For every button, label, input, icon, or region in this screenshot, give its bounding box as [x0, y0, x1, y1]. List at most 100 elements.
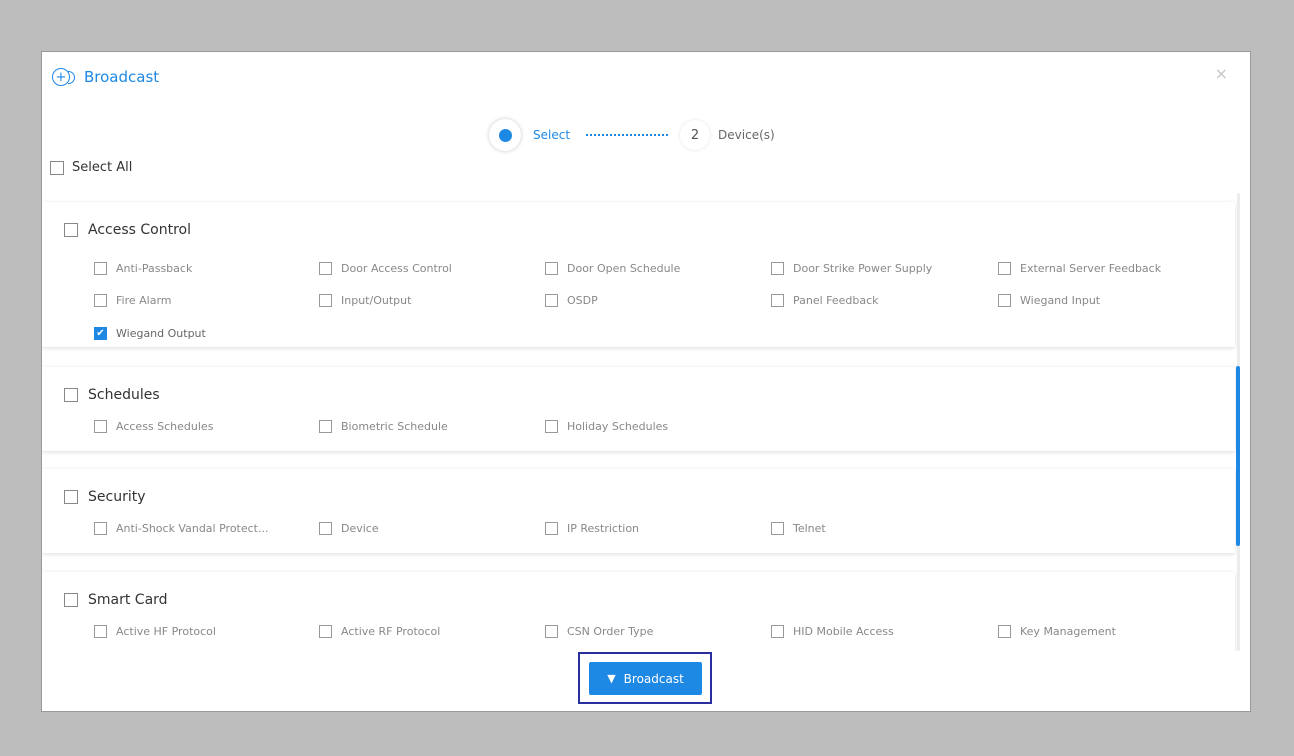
option-item[interactable]: Panel Feedback: [771, 294, 879, 307]
dialog-header: + Broadcast: [52, 66, 159, 88]
option-item[interactable]: OSDP: [545, 294, 598, 307]
option-checkbox[interactable]: [771, 522, 784, 535]
option-checkbox[interactable]: [545, 262, 558, 275]
option-item[interactable]: Anti-Shock Vandal Protect...: [94, 522, 268, 535]
option-label: Anti-Passback: [116, 262, 193, 275]
option-label: Key Management: [1020, 625, 1116, 638]
option-item[interactable]: IP Restriction: [545, 522, 639, 535]
section-title: Access Control: [88, 222, 191, 238]
option-label: Biometric Schedule: [341, 420, 448, 433]
option-checkbox[interactable]: [319, 294, 332, 307]
option-checkbox[interactable]: [545, 522, 558, 535]
option-label: Device: [341, 522, 379, 535]
option-checkbox[interactable]: [94, 294, 107, 307]
option-item[interactable]: Door Strike Power Supply: [771, 262, 932, 275]
option-label: Panel Feedback: [793, 294, 879, 307]
option-checkbox[interactable]: [319, 262, 332, 275]
option-item[interactable]: Door Access Control: [319, 262, 452, 275]
section-access-control: Access Control Anti-Passback Door Access…: [42, 202, 1235, 347]
option-checkbox[interactable]: [545, 625, 558, 638]
select-all[interactable]: Select All: [50, 160, 132, 175]
option-item[interactable]: Holiday Schedules: [545, 420, 668, 433]
category-scroll-area[interactable]: Access Control Anti-Passback Door Access…: [42, 193, 1244, 651]
option-item[interactable]: Access Schedules: [94, 420, 213, 433]
scrollbar-thumb[interactable]: [1236, 366, 1240, 546]
option-item[interactable]: Key Management: [998, 625, 1116, 638]
section-security: Security Anti-Shock Vandal Protect... De…: [42, 469, 1235, 553]
section-smart-card: Smart Card Active HF Protocol Active RF …: [42, 572, 1235, 651]
option-label: Door Strike Power Supply: [793, 262, 933, 275]
section-title: Schedules: [88, 387, 160, 403]
option-label: Door Access Control: [341, 262, 452, 275]
stepper: Select 2 Device(s): [489, 118, 775, 152]
option-label: OSDP: [567, 294, 598, 307]
option-checkbox[interactable]: [998, 625, 1011, 638]
option-label: Active RF Protocol: [341, 625, 441, 638]
option-label: Wiegand Input: [1020, 294, 1101, 307]
step-1-label: Select: [533, 128, 571, 142]
option-label: Anti-Shock Vandal Protect...: [116, 522, 269, 535]
option-item[interactable]: Fire Alarm: [94, 294, 172, 307]
select-all-label: Select All: [72, 160, 133, 175]
section-checkbox[interactable]: [64, 388, 78, 402]
dialog-title: Broadcast: [84, 68, 160, 86]
option-label: Active HF Protocol: [116, 625, 216, 638]
option-checkbox[interactable]: [771, 262, 784, 275]
option-item[interactable]: External Server Feedback: [998, 262, 1161, 275]
option-label: HID Mobile Access: [793, 625, 894, 638]
option-checkbox[interactable]: [998, 294, 1011, 307]
option-checkbox[interactable]: [94, 262, 107, 275]
option-item[interactable]: Telnet: [771, 522, 826, 535]
option-item[interactable]: Anti-Passback: [94, 262, 192, 275]
option-item[interactable]: ✔ Wiegand Output: [94, 327, 206, 340]
option-label: Door Open Schedule: [567, 262, 681, 275]
section-title: Smart Card: [88, 592, 168, 608]
broadcast-icon: +: [52, 68, 75, 86]
step-2-label: Device(s): [718, 128, 775, 142]
option-checkbox[interactable]: [771, 625, 784, 638]
option-label: Fire Alarm: [116, 294, 172, 307]
wifi-icon: ▼: [607, 672, 616, 685]
broadcast-button[interactable]: ▼ Broadcast: [589, 662, 702, 695]
step-2-indicator: 2: [680, 120, 711, 150]
broadcast-dialog: + Broadcast × Select 2 Device(s) Select …: [41, 51, 1251, 712]
select-all-checkbox[interactable]: [50, 160, 64, 175]
option-checkbox-checked[interactable]: ✔: [94, 327, 107, 340]
section-schedules: Schedules Access Schedules Biometric Sch…: [42, 367, 1235, 451]
option-item[interactable]: Wiegand Input: [998, 294, 1100, 307]
option-checkbox[interactable]: [319, 625, 332, 638]
section-checkbox[interactable]: [64, 593, 78, 607]
option-label: Input/Output: [341, 294, 412, 307]
section-title: Security: [88, 489, 146, 505]
step-connector: [586, 134, 669, 136]
option-item[interactable]: HID Mobile Access: [771, 625, 894, 638]
option-checkbox[interactable]: [545, 294, 558, 307]
option-checkbox[interactable]: [94, 522, 107, 535]
option-checkbox[interactable]: [771, 294, 784, 307]
option-checkbox[interactable]: [545, 420, 558, 433]
option-label: Access Schedules: [116, 420, 214, 433]
section-checkbox[interactable]: [64, 223, 78, 237]
broadcast-button-label: Broadcast: [623, 671, 684, 686]
option-label: Holiday Schedules: [567, 420, 669, 433]
section-checkbox[interactable]: [64, 490, 78, 504]
option-label: IP Restriction: [567, 522, 640, 535]
option-checkbox[interactable]: [998, 262, 1011, 275]
option-item[interactable]: CSN Order Type: [545, 625, 653, 638]
close-icon[interactable]: ×: [1215, 64, 1228, 83]
option-label: External Server Feedback: [1020, 262, 1162, 275]
option-checkbox[interactable]: [94, 420, 107, 433]
option-label: Telnet: [793, 522, 826, 535]
option-item[interactable]: Active RF Protocol: [319, 625, 440, 638]
option-item[interactable]: Input/Output: [319, 294, 411, 307]
option-item[interactable]: Biometric Schedule: [319, 420, 448, 433]
option-checkbox[interactable]: [319, 420, 332, 433]
option-checkbox[interactable]: [319, 522, 332, 535]
option-item[interactable]: Device: [319, 522, 379, 535]
option-checkbox[interactable]: [94, 625, 107, 638]
option-label: CSN Order Type: [567, 625, 654, 638]
option-item[interactable]: Active HF Protocol: [94, 625, 216, 638]
option-item[interactable]: Door Open Schedule: [545, 262, 680, 275]
option-label: Wiegand Output: [116, 327, 206, 340]
step-1-indicator: [489, 119, 521, 151]
